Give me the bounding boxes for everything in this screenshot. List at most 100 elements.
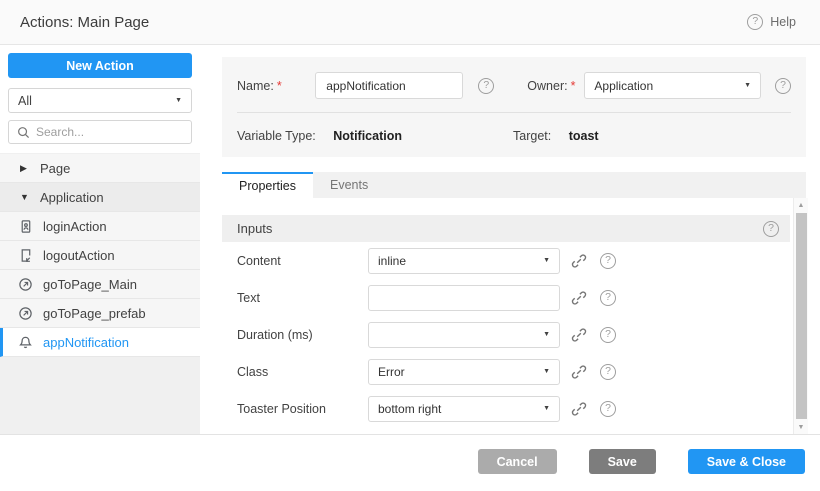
help-icon: ? <box>747 14 763 30</box>
chevron-down-icon: ▼ <box>175 97 182 104</box>
content-dropdown-value: inline <box>378 254 406 268</box>
tree-item-label: loginAction <box>43 219 107 234</box>
scroll-down-icon[interactable]: ▼ <box>794 420 808 434</box>
tree-item-logoutaction[interactable]: logoutAction <box>0 241 200 270</box>
prop-row-content: Content inline ▼ ? <box>222 242 790 279</box>
new-action-button[interactable]: New Action <box>8 53 192 78</box>
tree-item-label: goToPage_prefab <box>43 306 146 321</box>
action-summary-form: Name:* ? Owner:* Application ▼ ? Variabl… <box>222 57 806 157</box>
prop-row-text: Text ? <box>222 279 790 316</box>
chevron-down-icon: ▼ <box>543 368 550 375</box>
toaster-position-label: Toaster Position <box>237 402 368 416</box>
filter-dropdown[interactable]: All ▼ <box>8 88 192 113</box>
cancel-button[interactable]: Cancel <box>478 449 557 474</box>
class-dropdown-value: Error <box>378 365 405 379</box>
duration-help-icon[interactable]: ? <box>600 327 616 343</box>
tree-item-label: appNotification <box>43 335 129 350</box>
page-title: Actions: Main Page <box>20 14 149 31</box>
variable-type-group: Variable Type: Notification <box>237 129 513 143</box>
search-input[interactable] <box>36 125 183 139</box>
duration-dropdown[interactable]: ▼ <box>368 322 560 348</box>
tree-item-gotopage-main[interactable]: goToPage_Main <box>0 270 200 299</box>
editor-tabs: Properties Events <box>222 172 806 198</box>
notification-bell-icon <box>18 335 33 350</box>
text-help-icon[interactable]: ? <box>600 290 616 306</box>
prop-row-class: Class Error ▼ ? <box>222 353 790 390</box>
tree-item-appnotification[interactable]: appNotification <box>0 328 200 357</box>
expanded-triangle-icon: ▼ <box>20 192 30 202</box>
chevron-down-icon: ▼ <box>543 331 550 338</box>
prop-row-duration: Duration (ms) ▼ ? <box>222 316 790 353</box>
search-icon <box>17 126 30 139</box>
tab-properties[interactable]: Properties <box>222 172 313 198</box>
name-help-icon[interactable]: ? <box>478 78 494 94</box>
collapsed-triangle-icon: ▶ <box>20 163 30 174</box>
actions-sidebar: New Action All ▼ ▶ Page ▼ Application lo… <box>0 46 200 434</box>
chevron-down-icon: ▼ <box>744 82 751 89</box>
owner-dropdown[interactable]: Application ▼ <box>584 72 761 99</box>
name-label: Name:* <box>237 79 315 93</box>
target-label: Target: <box>513 129 551 143</box>
filter-dropdown-value: All <box>18 94 32 108</box>
required-asterisk: * <box>571 79 576 93</box>
help-link[interactable]: ? Help <box>747 14 796 30</box>
sidebar-controls: New Action All ▼ <box>0 46 200 153</box>
scrollbar-thumb[interactable] <box>796 213 807 419</box>
tree-item-label: logoutAction <box>43 248 115 263</box>
tree-group-application[interactable]: ▼ Application <box>0 183 200 212</box>
goto-page-icon <box>18 306 33 321</box>
duration-label: Duration (ms) <box>237 328 368 342</box>
goto-page-icon <box>18 277 33 292</box>
tab-events[interactable]: Events <box>313 172 385 198</box>
class-link-icon[interactable] <box>571 364 587 380</box>
target-value: toast <box>569 129 599 143</box>
search-box <box>8 120 192 144</box>
toaster-position-link-icon[interactable] <box>571 401 587 417</box>
duration-link-icon[interactable] <box>571 327 587 343</box>
tree-group-label: Page <box>40 161 70 176</box>
variable-type-label: Variable Type: <box>237 129 316 143</box>
tree-item-gotopage-prefab[interactable]: goToPage_prefab <box>0 299 200 328</box>
tree-item-label: goToPage_Main <box>43 277 137 292</box>
name-field[interactable] <box>315 72 463 99</box>
inputs-section-header: Inputs ? <box>222 215 790 242</box>
text-label: Text <box>237 291 368 305</box>
actions-tree: ▶ Page ▼ Application loginAction logoutA… <box>0 154 200 357</box>
prop-row-toaster-position: Toaster Position bottom right ▼ ? <box>222 390 790 427</box>
content-help-icon[interactable]: ? <box>600 253 616 269</box>
owner-help-icon[interactable]: ? <box>775 78 791 94</box>
content-dropdown[interactable]: inline ▼ <box>368 248 560 274</box>
save-button[interactable]: Save <box>589 449 656 474</box>
text-field[interactable] <box>368 285 560 311</box>
toaster-position-help-icon[interactable]: ? <box>600 401 616 417</box>
owner-label: Owner:* <box>527 79 584 93</box>
help-label: Help <box>770 15 796 29</box>
content-link-icon[interactable] <box>571 253 587 269</box>
content-scrollbar[interactable]: ▲ ▼ <box>793 198 808 434</box>
dialog-footer: Cancel Save Save & Close <box>0 434 820 491</box>
text-link-icon[interactable] <box>571 290 587 306</box>
tree-group-label: Application <box>40 190 104 205</box>
properties-tab-content: Inputs ? Content inline ▼ ? Text ? Durat… <box>222 198 790 434</box>
tree-group-page[interactable]: ▶ Page <box>0 154 200 183</box>
required-asterisk: * <box>277 79 282 93</box>
chevron-down-icon: ▼ <box>543 405 550 412</box>
class-dropdown[interactable]: Error ▼ <box>368 359 560 385</box>
content-label: Content <box>237 254 368 268</box>
scroll-up-icon[interactable]: ▲ <box>794 198 808 212</box>
save-and-close-button[interactable]: Save & Close <box>688 449 805 474</box>
tree-item-loginaction[interactable]: loginAction <box>0 212 200 241</box>
logout-icon <box>18 248 33 263</box>
class-help-icon[interactable]: ? <box>600 364 616 380</box>
toaster-position-dropdown-value: bottom right <box>378 402 441 416</box>
toaster-position-dropdown[interactable]: bottom right ▼ <box>368 396 560 422</box>
form-divider <box>237 112 791 113</box>
class-label: Class <box>237 365 368 379</box>
owner-dropdown-value: Application <box>594 79 653 93</box>
chevron-down-icon: ▼ <box>543 257 550 264</box>
action-editor-panel: Name:* ? Owner:* Application ▼ ? Variabl… <box>200 46 820 434</box>
target-group: Target: toast <box>513 129 599 143</box>
variable-type-value: Notification <box>333 129 402 143</box>
inputs-help-icon[interactable]: ? <box>763 221 779 237</box>
login-icon <box>18 219 33 234</box>
